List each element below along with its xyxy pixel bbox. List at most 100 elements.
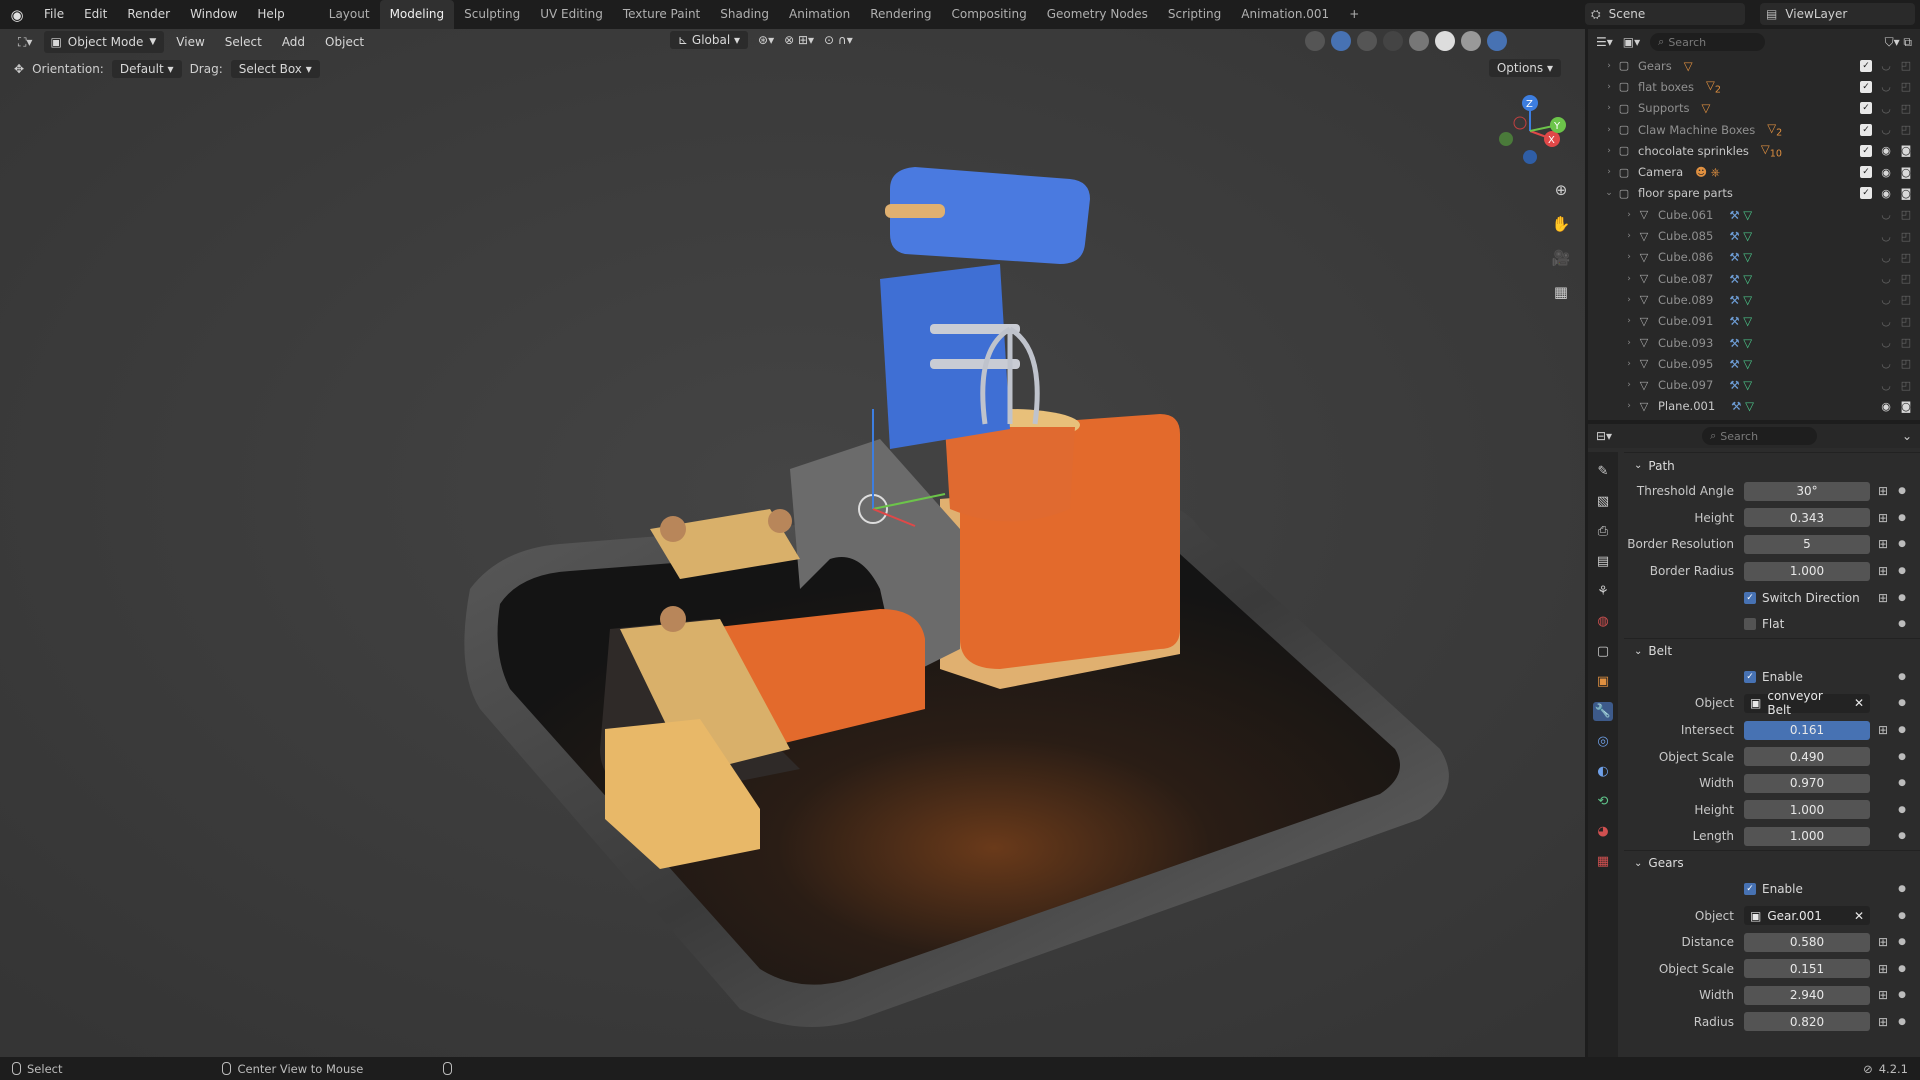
tab-animation-001[interactable]: Animation.001: [1231, 0, 1339, 29]
expand-arrow-icon[interactable]: ›: [1602, 167, 1616, 177]
eye-icon[interactable]: ◉: [1880, 400, 1892, 413]
blender-logo-icon[interactable]: ◉: [0, 0, 34, 29]
eye-hidden-icon[interactable]: ◡: [1880, 80, 1892, 93]
exclude-checkbox[interactable]: ✓: [1860, 80, 1872, 93]
keyframe-icon[interactable]: ⊞: [1878, 1015, 1892, 1029]
eye-hidden-icon[interactable]: ◡: [1880, 251, 1892, 264]
keyframe-icon[interactable]: ⊞: [1878, 484, 1892, 498]
menu-render[interactable]: Render: [117, 0, 180, 29]
world-tab-icon[interactable]: ◍: [1593, 612, 1613, 631]
menu-object[interactable]: Object: [317, 31, 372, 53]
clear-x-icon[interactable]: ✕: [1854, 909, 1864, 923]
exclude-checkbox[interactable]: ✓: [1860, 166, 1872, 179]
outliner-row-cube-085[interactable]: › ▽ Cube.085 ⚒ ▽ ◡ ◰: [1588, 225, 1920, 246]
animate-dot-icon[interactable]: ●: [1898, 566, 1906, 576]
editor-type-icon[interactable]: ⛶▾: [10, 31, 40, 53]
tab-shading[interactable]: Shading: [710, 0, 779, 29]
tab-compositing[interactable]: Compositing: [941, 0, 1036, 29]
eye-icon[interactable]: ◉: [1880, 166, 1892, 179]
3d-viewport[interactable]: ⛶▾ ▣ Object Mode ▼ View Select Add Objec…: [0, 29, 1585, 1057]
switch-direction-checkbox[interactable]: ✓ Switch Direction: [1744, 591, 1860, 605]
display-mode-icon[interactable]: ▣▾: [1623, 35, 1640, 49]
animate-dot-icon[interactable]: ●: [1898, 539, 1906, 549]
eye-hidden-icon[interactable]: ◡: [1880, 357, 1892, 370]
expand-arrow-icon[interactable]: ›: [1622, 380, 1636, 390]
animate-dot-icon[interactable]: ●: [1898, 513, 1906, 523]
options-button[interactable]: Options ▾: [1488, 59, 1561, 77]
render-icon[interactable]: ◰: [1900, 208, 1912, 221]
modifier-tab-icon[interactable]: 🔧: [1593, 702, 1613, 721]
navigation-gizmo[interactable]: Z X Y: [1490, 91, 1570, 171]
menu-add[interactable]: Add: [274, 31, 313, 53]
camera-render-icon[interactable]: ◙: [1900, 400, 1912, 413]
border-radius-field[interactable]: 1.000: [1744, 561, 1870, 581]
tab-animation[interactable]: Animation: [779, 0, 860, 29]
gears-panel-header[interactable]: ⌄ Gears: [1624, 849, 1920, 876]
keyframe-icon[interactable]: ⊞: [1878, 537, 1892, 551]
menu-edit[interactable]: Edit: [74, 0, 117, 29]
keyframe-icon[interactable]: ⊞: [1878, 988, 1892, 1002]
animate-dot-icon[interactable]: ●: [1898, 937, 1906, 947]
drag-dropdown[interactable]: Select Box ▾: [230, 60, 320, 78]
expand-arrow-icon[interactable]: ›: [1602, 61, 1616, 71]
visibility-icon[interactable]: [1305, 31, 1325, 51]
solid-shading-icon[interactable]: [1435, 31, 1455, 51]
keyframe-icon[interactable]: ⊞: [1878, 935, 1892, 949]
menu-window[interactable]: Window: [180, 0, 247, 29]
gears-distance-field[interactable]: 0.580: [1744, 932, 1870, 952]
eye-hidden-icon[interactable]: ◡: [1880, 123, 1892, 136]
tool-tab-icon[interactable]: ✎: [1593, 462, 1613, 481]
tab-uv-editing[interactable]: UV Editing: [530, 0, 613, 29]
expand-arrow-icon[interactable]: ›: [1622, 316, 1636, 326]
gears-radius-field[interactable]: 0.820: [1744, 1012, 1870, 1032]
scene-tab-icon[interactable]: ⚘: [1593, 582, 1613, 601]
exclude-checkbox[interactable]: ✓: [1860, 102, 1872, 115]
camera-render-icon[interactable]: ◙: [1900, 166, 1912, 179]
animate-dot-icon[interactable]: ●: [1898, 725, 1906, 735]
expand-arrow-icon[interactable]: ›: [1622, 338, 1636, 348]
expand-arrow-icon[interactable]: ›: [1602, 146, 1616, 156]
tab-sculpting[interactable]: Sculpting: [454, 0, 530, 29]
particles-tab-icon[interactable]: ◎: [1593, 732, 1613, 751]
render-tab-icon[interactable]: ▧: [1593, 492, 1613, 511]
keyframe-icon[interactable]: ⊞: [1878, 564, 1892, 578]
outliner-row-cube-093[interactable]: › ▽ Cube.093 ⚒ ▽ ◡ ◰: [1588, 332, 1920, 353]
expand-arrow-icon[interactable]: ›: [1602, 82, 1616, 92]
tab-texture-paint[interactable]: Texture Paint: [613, 0, 710, 29]
keyframe-icon[interactable]: ⊞: [1878, 962, 1892, 976]
outliner-row-cube-095[interactable]: › ▽ Cube.095 ⚒ ▽ ◡ ◰: [1588, 353, 1920, 374]
object-mode-dropdown[interactable]: ▣ Object Mode ▼: [44, 31, 165, 53]
render-icon[interactable]: ◰: [1900, 230, 1912, 243]
animate-dot-icon[interactable]: ●: [1898, 964, 1906, 974]
keyframe-icon[interactable]: ⊞: [1878, 511, 1892, 525]
expand-arrow-icon[interactable]: ›: [1622, 210, 1636, 220]
outliner-row-chocolate-sprinkles[interactable]: › ▢ chocolate sprinkles ▽10 ✓ ◉ ◙: [1588, 140, 1920, 161]
expand-arrow-icon[interactable]: ›: [1622, 295, 1636, 305]
exclude-checkbox[interactable]: ✓: [1860, 144, 1872, 157]
animate-dot-icon[interactable]: ●: [1898, 990, 1906, 1000]
animate-dot-icon[interactable]: ●: [1898, 672, 1906, 682]
keyframe-icon[interactable]: ⊞: [1878, 723, 1892, 737]
eye-hidden-icon[interactable]: ◡: [1880, 208, 1892, 221]
gears-object-field[interactable]: ▣ Gear.001 ✕: [1744, 906, 1870, 926]
animate-dot-icon[interactable]: ●: [1898, 778, 1906, 788]
menu-file[interactable]: File: [34, 0, 74, 29]
animate-dot-icon[interactable]: ●: [1898, 486, 1906, 496]
animate-dot-icon[interactable]: ●: [1898, 752, 1906, 762]
outliner-row-floor-spare-parts[interactable]: ⌄ ▢ floor spare parts ✓ ◉ ◙: [1588, 183, 1920, 204]
animate-dot-icon[interactable]: ●: [1898, 593, 1906, 603]
animate-dot-icon[interactable]: ●: [1898, 619, 1906, 629]
render-icon[interactable]: ◰: [1900, 315, 1912, 328]
eye-hidden-icon[interactable]: ◡: [1880, 336, 1892, 349]
outliner-row-cube-061[interactable]: › ▽ Cube.061 ⚒ ▽ ◡ ◰: [1588, 204, 1920, 225]
wireframe-shading-icon[interactable]: [1409, 31, 1429, 51]
animate-dot-icon[interactable]: ●: [1898, 831, 1906, 841]
animate-dot-icon[interactable]: ●: [1898, 698, 1906, 708]
outliner-row-cube-089[interactable]: › ▽ Cube.089 ⚒ ▽ ◡ ◰: [1588, 289, 1920, 310]
outliner-row-flat-boxes[interactable]: › ▢ flat boxes ▽2 ✓ ◡ ◰: [1588, 76, 1920, 97]
chevron-down-icon[interactable]: ⌄: [1902, 429, 1912, 443]
belt-enable-checkbox[interactable]: ✓ Enable: [1744, 670, 1803, 684]
belt-width-field[interactable]: 0.970: [1744, 773, 1870, 793]
camera-view-icon[interactable]: 🎥: [1550, 247, 1572, 269]
render-icon[interactable]: ◰: [1900, 102, 1912, 115]
